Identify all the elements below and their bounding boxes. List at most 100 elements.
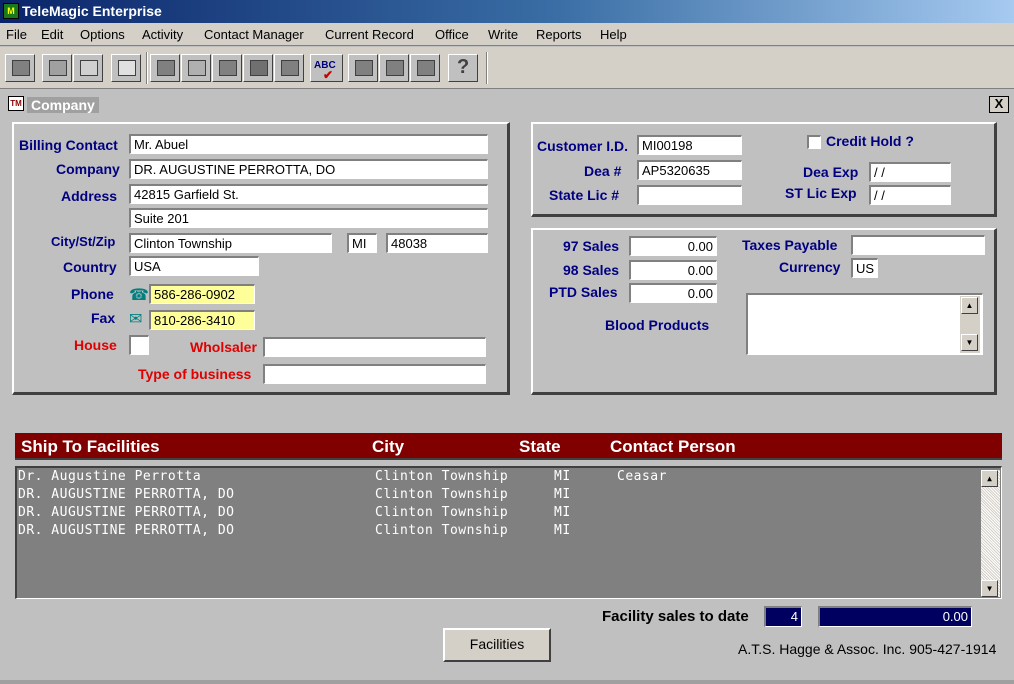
scroll-down-arrow-icon[interactable]: ▼	[961, 334, 978, 351]
fax-icon[interactable]: ✉	[129, 309, 142, 329]
facility-contact: Ceasar	[617, 469, 667, 484]
ship-list-scrollbar[interactable]: ▲ ▼	[981, 470, 1000, 597]
sales97-label: 97 Sales	[563, 238, 620, 254]
taxes-payable-field[interactable]	[851, 235, 985, 255]
customer-id-field[interactable]: MI00198	[637, 135, 742, 155]
currency-field[interactable]: US	[851, 258, 878, 278]
menu-reports[interactable]: Reports	[536, 27, 582, 42]
scroll-up-arrow-icon[interactable]: ▲	[961, 297, 978, 314]
phone-field[interactable]: 586-286-0902	[149, 284, 255, 304]
footer-credit: A.T.S. Hagge & Assoc. Inc. 905-427-1914	[738, 641, 997, 657]
state-field[interactable]: MI	[347, 233, 377, 253]
toolbar-form-button[interactable]	[73, 54, 103, 82]
city-column-header[interactable]: City	[372, 437, 404, 457]
menu-write[interactable]: Write	[488, 27, 518, 42]
document-icon	[188, 60, 206, 76]
facility-city: Clinton Township	[375, 469, 509, 484]
toolbar-mail-button[interactable]	[348, 54, 378, 82]
menu-contact-manager[interactable]: Contact Manager	[204, 27, 304, 42]
menu-activity[interactable]: Activity	[142, 27, 183, 42]
list-item[interactable]: Dr. Augustine Perrotta Clinton Township …	[17, 469, 977, 487]
blood-products-scrollbar[interactable]: ▲ ▼	[960, 296, 980, 353]
inbox-icon	[281, 60, 299, 76]
company-field[interactable]: DR. AUGUSTINE PERROTTA, DO	[129, 159, 488, 179]
toolbar-group-button[interactable]	[410, 54, 440, 82]
people-icon	[386, 60, 404, 76]
scroll-up-arrow-icon[interactable]: ▲	[981, 470, 998, 487]
wholesaler-label: Wholsaler	[190, 339, 257, 355]
document-title: Company	[27, 97, 99, 113]
zip-field[interactable]: 48038	[386, 233, 488, 253]
menu-file[interactable]: File	[6, 27, 27, 42]
menu-options[interactable]: Options	[80, 27, 125, 42]
ship-to-list: Dr. Augustine Perrotta Clinton Township …	[15, 466, 1002, 599]
toolbar-screen-button[interactable]	[5, 54, 35, 82]
toolbar-help-button[interactable]: ?	[448, 54, 478, 82]
list-item[interactable]: DR. AUGUSTINE PERROTTA, DO Clinton Towns…	[17, 523, 977, 541]
close-button[interactable]: X	[989, 96, 1009, 113]
city-field[interactable]: Clinton Township	[129, 233, 332, 253]
menu-office[interactable]: Office	[435, 27, 469, 42]
ship-to-column-header[interactable]: Ship To Facilities	[21, 437, 160, 457]
house-field[interactable]	[129, 335, 149, 355]
house-label: House	[74, 337, 117, 353]
contact-person-column-header[interactable]: Contact Person	[610, 437, 736, 457]
state-lic-field[interactable]	[637, 185, 742, 205]
taxes-payable-label: Taxes Payable	[742, 237, 838, 253]
facilities-button[interactable]: Facilities	[443, 628, 551, 662]
toolbar-people-button[interactable]	[379, 54, 409, 82]
app-icon: M	[3, 3, 19, 19]
ship-to-header: Ship To Facilities City State Contact Pe…	[15, 433, 1002, 460]
fax-field[interactable]: 810-286-3410	[149, 310, 255, 330]
document-icon: TM	[8, 96, 24, 111]
sales98-field[interactable]: 0.00	[629, 260, 717, 280]
toolbar-spellcheck-button[interactable]: ABC ✔	[310, 54, 343, 82]
state-column-header[interactable]: State	[519, 437, 561, 457]
toolbar-window-button[interactable]	[111, 54, 141, 82]
list-item[interactable]: DR. AUGUSTINE PERROTTA, DO Clinton Towns…	[17, 505, 977, 523]
menu-help[interactable]: Help	[600, 27, 627, 42]
sales97-field[interactable]: 0.00	[629, 236, 717, 256]
menu-current-record[interactable]: Current Record	[325, 27, 414, 42]
business-type-field[interactable]	[263, 364, 486, 384]
phone-icon	[219, 60, 237, 76]
toolbar-record-button[interactable]	[243, 54, 273, 82]
st-lic-exp-field[interactable]: / /	[869, 185, 951, 205]
scroll-down-arrow-icon[interactable]: ▼	[981, 580, 998, 597]
toolbar-separator	[146, 52, 148, 84]
toolbar-document-button[interactable]	[181, 54, 211, 82]
blood-products-textarea[interactable]	[746, 293, 983, 355]
currency-label: Currency	[779, 259, 841, 275]
address2-field[interactable]: Suite 201	[129, 208, 488, 228]
toolbar-phone-button[interactable]	[212, 54, 242, 82]
ptd-sales-label: PTD Sales	[549, 284, 618, 300]
facility-city: Clinton Township	[375, 487, 509, 502]
billing-contact-field[interactable]: Mr. Abuel	[129, 134, 488, 154]
menu-bar: File Edit Options Activity Contact Manag…	[0, 23, 1014, 46]
facility-city: Clinton Township	[375, 505, 509, 520]
credit-hold-checkbox[interactable]	[807, 135, 821, 149]
credit-hold-label: Credit Hold ?	[826, 133, 914, 149]
menu-edit[interactable]: Edit	[41, 27, 63, 42]
toolbar-notes-button[interactable]	[150, 54, 180, 82]
facility-amount-field: 0.00	[818, 606, 972, 627]
state-lic-label: State Lic #	[549, 187, 620, 203]
wholesaler-field[interactable]	[263, 337, 486, 357]
toolbar-inbox-button[interactable]	[274, 54, 304, 82]
address-label: Address	[61, 188, 118, 204]
facility-name: Dr. Augustine Perrotta	[18, 469, 202, 484]
form-icon	[80, 60, 98, 76]
ptd-sales-field[interactable]: 0.00	[629, 283, 717, 303]
facility-count-field: 4	[764, 606, 802, 627]
phone-icon[interactable]: ☎	[129, 285, 149, 305]
address1-field[interactable]: 42815 Garfield St.	[129, 184, 488, 204]
dea-exp-field[interactable]: / /	[869, 162, 951, 182]
country-field[interactable]: USA	[129, 256, 259, 276]
dea-field[interactable]: AP5320635	[637, 160, 742, 180]
mail-icon	[355, 60, 373, 76]
billing-contact-label: Billing Contact	[19, 137, 118, 153]
facility-state: MI	[554, 487, 571, 502]
list-item[interactable]: DR. AUGUSTINE PERROTTA, DO Clinton Towns…	[17, 487, 977, 505]
phone-label: Phone	[71, 286, 114, 302]
toolbar-list-button[interactable]	[42, 54, 72, 82]
